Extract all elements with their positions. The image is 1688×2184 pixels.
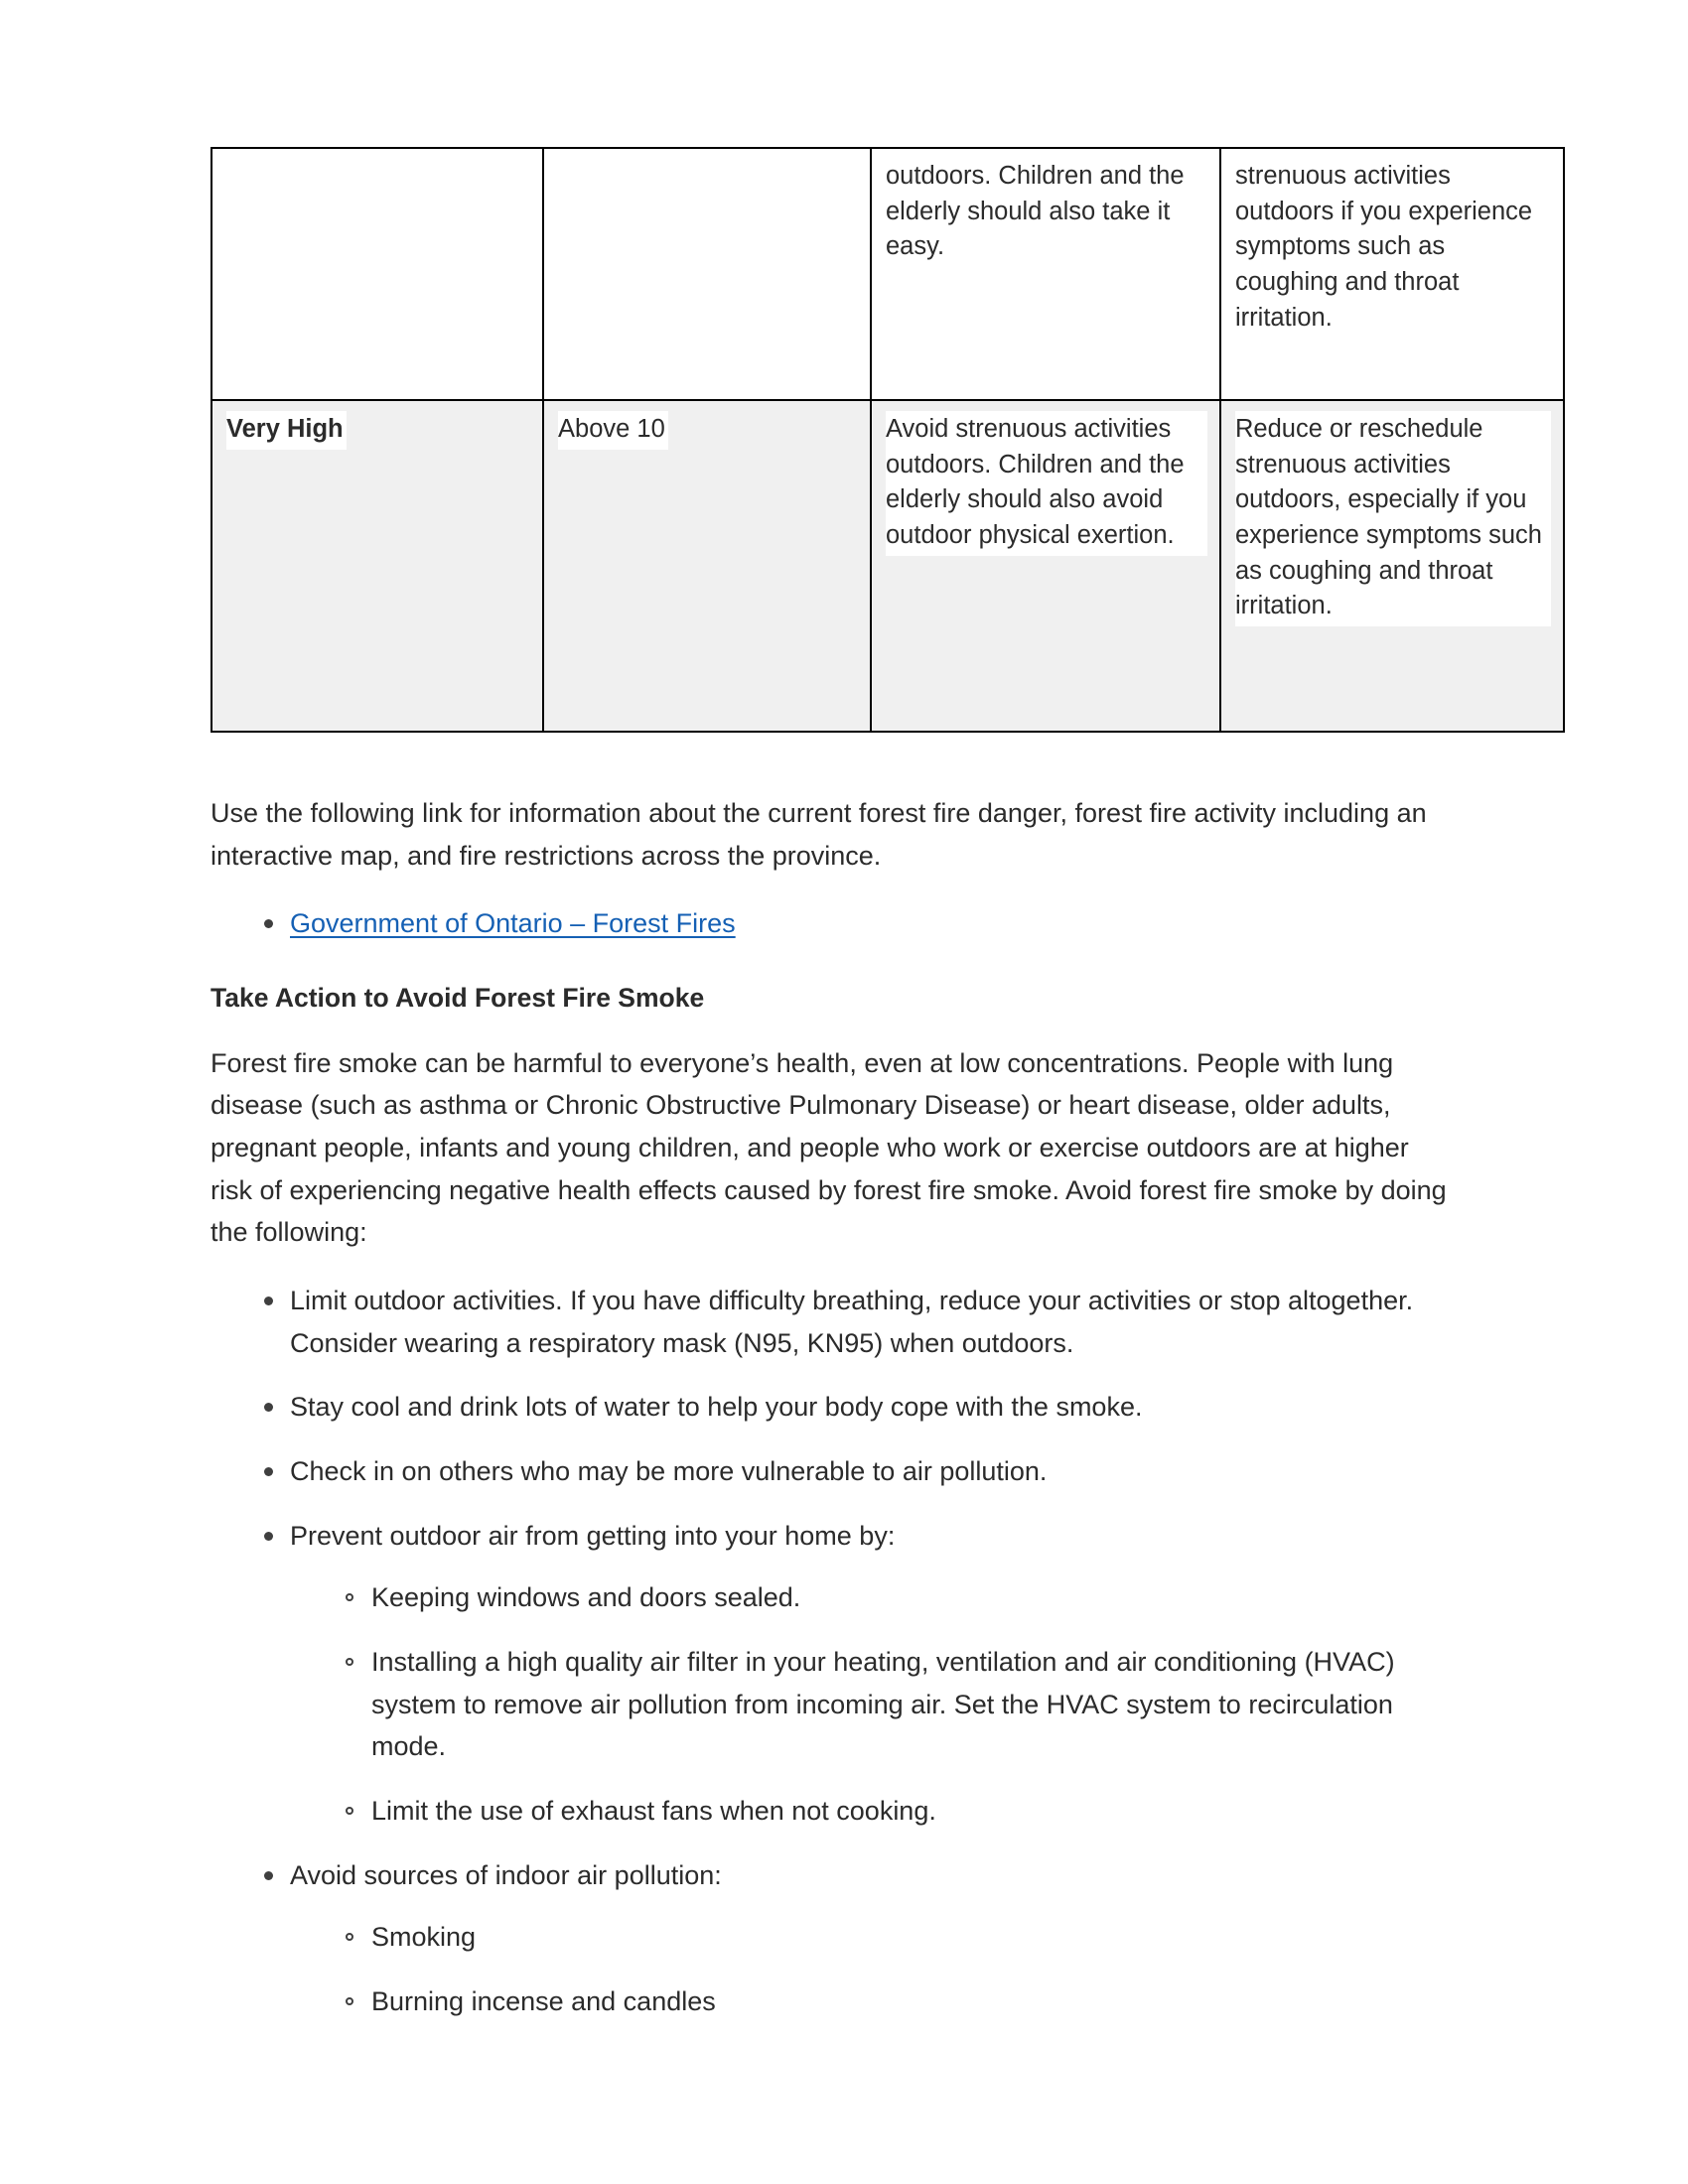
cell-text: strenuous activities outdoors if you exp… bbox=[1235, 162, 1533, 332]
link-list: Government of Ontario – Forest Fires bbox=[211, 902, 1454, 945]
table-cell-category bbox=[211, 148, 544, 401]
list-item: Prevent outdoor air from getting into yo… bbox=[211, 1515, 1454, 1833]
list-item: Check in on others who may be more vulne… bbox=[211, 1450, 1454, 1493]
sub-list: Smoking Burning incense and candles bbox=[290, 1916, 1454, 2022]
cell-text: Reduce or reschedule strenuous activitie… bbox=[1235, 411, 1551, 627]
sub-list-item-text: Limit the use of exhaust fans when not c… bbox=[371, 1790, 1454, 1833]
document-page: outdoors. Children and the elderly shoul… bbox=[0, 0, 1688, 2184]
table-row: outdoors. Children and the elderly shoul… bbox=[211, 148, 1565, 401]
table-cell-range bbox=[542, 148, 872, 401]
table-cell-at-risk-advice: Avoid strenuous activities outdoors. Chi… bbox=[870, 400, 1221, 732]
intro-paragraph: Use the following link for information a… bbox=[211, 798, 1427, 871]
table-cell-at-risk-advice: outdoors. Children and the elderly shoul… bbox=[870, 148, 1221, 401]
air-quality-health-index-table: outdoors. Children and the elderly shoul… bbox=[211, 147, 1565, 733]
list-item-text: Limit outdoor activities. If you have di… bbox=[290, 1280, 1454, 1364]
cell-text: Above 10 bbox=[558, 411, 668, 450]
list-item: Stay cool and drink lots of water to hel… bbox=[211, 1386, 1454, 1429]
sub-list-item-text: Installing a high quality air filter in … bbox=[371, 1641, 1454, 1768]
table-cell-category: Very High bbox=[211, 400, 544, 732]
actions-list: Limit outdoor activities. If you have di… bbox=[211, 1280, 1454, 2023]
page-content: outdoors. Children and the elderly shoul… bbox=[211, 147, 1565, 2045]
body-content: Use the following link for information a… bbox=[211, 792, 1454, 2023]
table-body: outdoors. Children and the elderly shoul… bbox=[211, 148, 1565, 732]
list-item-text: Avoid sources of indoor air pollution: bbox=[290, 1854, 1454, 1897]
table-cell-general-advice: Reduce or reschedule strenuous activitie… bbox=[1219, 400, 1565, 732]
list-item: Limit outdoor activities. If you have di… bbox=[211, 1280, 1454, 1364]
sub-list-item-text: Burning incense and candles bbox=[371, 1980, 1454, 2023]
cell-text: Avoid strenuous activities outdoors. Chi… bbox=[886, 411, 1207, 556]
cell-text: outdoors. Children and the elderly shoul… bbox=[886, 162, 1185, 261]
sub-list-item: Burning incense and candles bbox=[290, 1980, 1454, 2023]
sub-list-item-text: Keeping windows and doors sealed. bbox=[371, 1576, 1454, 1619]
list-item-text: Prevent outdoor air from getting into yo… bbox=[290, 1515, 1454, 1558]
table-cell-range: Above 10 bbox=[542, 400, 872, 732]
list-item: Government of Ontario – Forest Fires bbox=[211, 902, 1454, 945]
smoke-paragraph: Forest fire smoke can be harmful to ever… bbox=[211, 1047, 1447, 1248]
sub-list-item: Installing a high quality air filter in … bbox=[290, 1641, 1454, 1768]
list-item: Avoid sources of indoor air pollution: S… bbox=[211, 1854, 1454, 2023]
sub-list-item: Keeping windows and doors sealed. bbox=[290, 1576, 1454, 1619]
sub-list-item-text: Smoking bbox=[371, 1916, 1454, 1959]
cell-text: Very High bbox=[226, 411, 347, 450]
list-item-text: Check in on others who may be more vulne… bbox=[290, 1450, 1454, 1493]
table-cell-general-advice: strenuous activities outdoors if you exp… bbox=[1219, 148, 1565, 401]
sub-list-item: Limit the use of exhaust fans when not c… bbox=[290, 1790, 1454, 1833]
sub-list: Keeping windows and doors sealed. Instal… bbox=[290, 1576, 1454, 1832]
sub-list-item: Smoking bbox=[290, 1916, 1454, 1959]
list-item-text: Stay cool and drink lots of water to hel… bbox=[290, 1386, 1454, 1429]
section-heading: Take Action to Avoid Forest Fire Smoke bbox=[211, 982, 705, 1013]
forest-fires-link[interactable]: Government of Ontario – Forest Fires bbox=[290, 908, 736, 938]
table-row: Very High Above 10 Avoid strenuous activ… bbox=[211, 400, 1565, 732]
